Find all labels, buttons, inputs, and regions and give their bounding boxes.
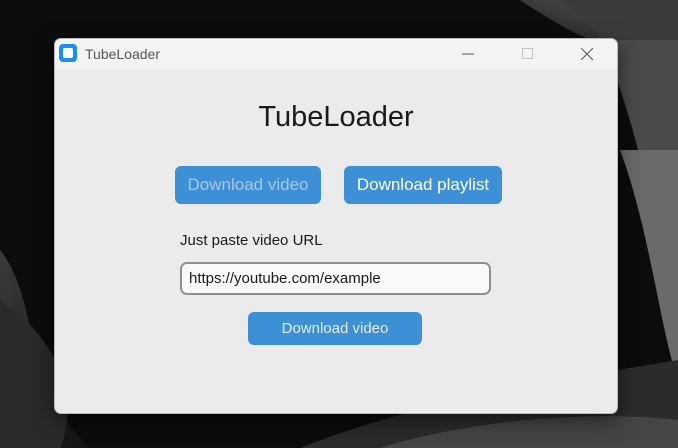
maximize-button[interactable] [505, 39, 551, 69]
close-button[interactable] [564, 39, 610, 69]
download-video-tab[interactable]: Download video [175, 166, 321, 204]
minimize-icon [462, 53, 474, 55]
close-icon [581, 48, 593, 60]
minimize-button[interactable] [445, 39, 491, 69]
app-window: TubeLoader TubeLoader Download video Dow [54, 38, 618, 414]
url-input[interactable] [180, 262, 491, 295]
download-video-button[interactable]: Download video [248, 312, 422, 345]
app-heading: TubeLoader [258, 101, 414, 133]
app-icon [59, 44, 77, 62]
desktop: TubeLoader TubeLoader Download video Dow [0, 0, 678, 448]
url-label: Just paste video URL [180, 232, 323, 249]
window-title: TubeLoader [85, 46, 160, 62]
maximize-icon [522, 48, 533, 59]
title-bar[interactable]: TubeLoader [55, 39, 617, 69]
download-playlist-tab[interactable]: Download playlist [344, 166, 502, 204]
